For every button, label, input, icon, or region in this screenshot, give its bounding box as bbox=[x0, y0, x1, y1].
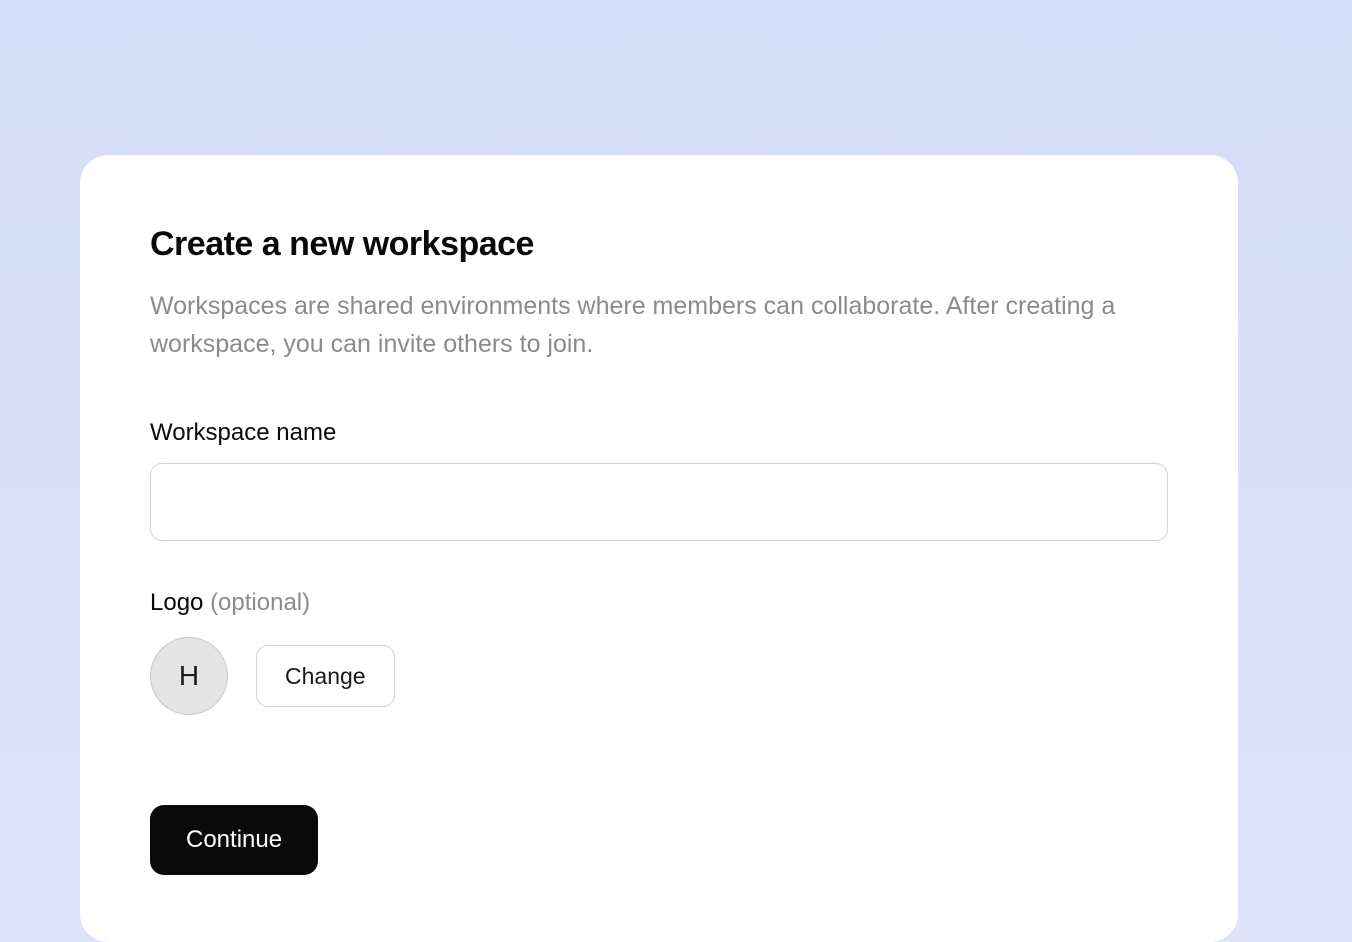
change-logo-button[interactable]: Change bbox=[256, 645, 395, 707]
workspace-name-input[interactable] bbox=[150, 463, 1168, 541]
workspace-name-label: Workspace name bbox=[150, 419, 1168, 447]
logo-label-text: Logo bbox=[150, 589, 210, 616]
page-title: Create a new workspace bbox=[150, 225, 1168, 264]
logo-section: Logo (optional) H Change bbox=[150, 589, 1168, 715]
logo-label: Logo (optional) bbox=[150, 589, 1168, 617]
continue-button[interactable]: Continue bbox=[150, 805, 318, 875]
workspace-avatar: H bbox=[150, 637, 228, 715]
logo-optional-text: (optional) bbox=[210, 589, 310, 616]
page-description: Workspaces are shared environments where… bbox=[150, 288, 1150, 363]
logo-row: H Change bbox=[150, 637, 1168, 715]
create-workspace-card: Create a new workspace Workspaces are sh… bbox=[80, 155, 1238, 942]
